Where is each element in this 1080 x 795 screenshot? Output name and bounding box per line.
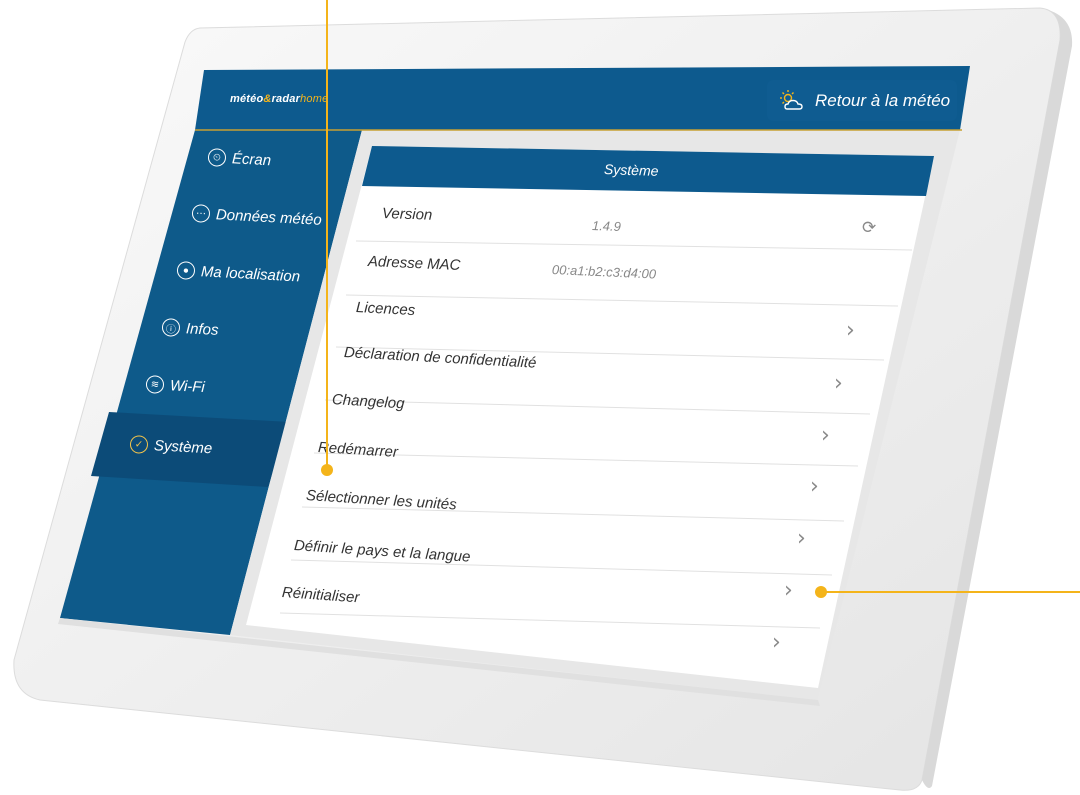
- row-confidentialite[interactable]: Déclaration de confidentialité: [344, 344, 537, 372]
- chevron-right-icon[interactable]: ›: [834, 371, 843, 396]
- chevron-right-icon[interactable]: ›: [784, 578, 793, 603]
- back-to-weather-button[interactable]: Retour à la météo: [767, 80, 957, 121]
- dots-icon: ⋯: [191, 204, 211, 223]
- sidebar-item-ma-localisation[interactable]: ● Ma localisation: [176, 261, 301, 285]
- sidebar-item-ecran[interactable]: ⏲ Écran: [207, 148, 272, 169]
- sidebar-item-systeme[interactable]: ✓ Système: [129, 435, 213, 457]
- chevron-right-icon[interactable]: ›: [846, 318, 855, 343]
- panel-title: Système: [603, 161, 659, 179]
- logo-text-home: home: [300, 93, 329, 105]
- chevron-right-icon[interactable]: ›: [810, 474, 819, 499]
- refresh-icon[interactable]: ⟳: [862, 218, 876, 238]
- row-version-value: 1.4.9: [591, 218, 622, 235]
- sidebar-item-label: Wi-Fi: [169, 376, 206, 396]
- sidebar-item-label: Écran: [231, 149, 272, 169]
- callout-line-vertical: [326, 0, 328, 470]
- clock-icon: ⏲: [207, 148, 227, 167]
- location-pin-icon: ●: [176, 261, 196, 280]
- row-mac-value: 00:a1:b2:c3:d4:00: [551, 262, 657, 282]
- row-mac-label: Adresse MAC: [367, 253, 461, 275]
- logo-ampersand: &: [263, 93, 272, 105]
- row-reinitialiser[interactable]: Réinitialiser: [281, 584, 360, 606]
- back-button-label: Retour à la météo: [815, 90, 951, 110]
- callout-dot-top: [321, 464, 333, 476]
- row-pays-langue[interactable]: Définir le pays et la langue: [293, 537, 471, 566]
- row-selectionner-unites[interactable]: Sélectionner les unités: [305, 487, 457, 513]
- sidebar-item-wifi[interactable]: ≋ Wi-Fi: [145, 375, 206, 396]
- row-redemarrer[interactable]: Redémarrer: [317, 439, 398, 461]
- logo-text-main: météo: [230, 93, 264, 105]
- sidebar-item-donnees-meteo[interactable]: ⋯ Données météo: [191, 204, 323, 229]
- chevron-right-icon[interactable]: ›: [772, 630, 781, 655]
- chevron-right-icon[interactable]: ›: [821, 423, 830, 448]
- app-logo: météo&radarhome: [230, 93, 328, 105]
- row-licences[interactable]: Licences: [356, 299, 416, 319]
- callout-line-horizontal: [822, 591, 1080, 593]
- sidebar-item-label: Ma localisation: [200, 262, 301, 285]
- sun-cloud-icon: [779, 89, 805, 113]
- chevron-right-icon[interactable]: ›: [797, 526, 806, 551]
- callout-dot-right: [815, 586, 827, 598]
- row-version-label: Version: [381, 205, 433, 224]
- wifi-icon: ≋: [145, 375, 165, 394]
- sidebar-item-label: Infos: [185, 319, 219, 339]
- sidebar-item-infos[interactable]: ⓘ Infos: [161, 318, 219, 339]
- row-changelog[interactable]: Changelog: [331, 391, 404, 412]
- sidebar-item-label: Système: [153, 436, 213, 457]
- info-bulb-icon: ⓘ: [161, 318, 181, 337]
- sidebar-item-label: Données météo: [215, 205, 323, 229]
- app-screen: météo&radarhome Retour à la météo ⏲ Écra…: [0, 0, 1080, 795]
- logo-text-radar: radar: [271, 93, 301, 105]
- check-circle-icon: ✓: [129, 435, 149, 454]
